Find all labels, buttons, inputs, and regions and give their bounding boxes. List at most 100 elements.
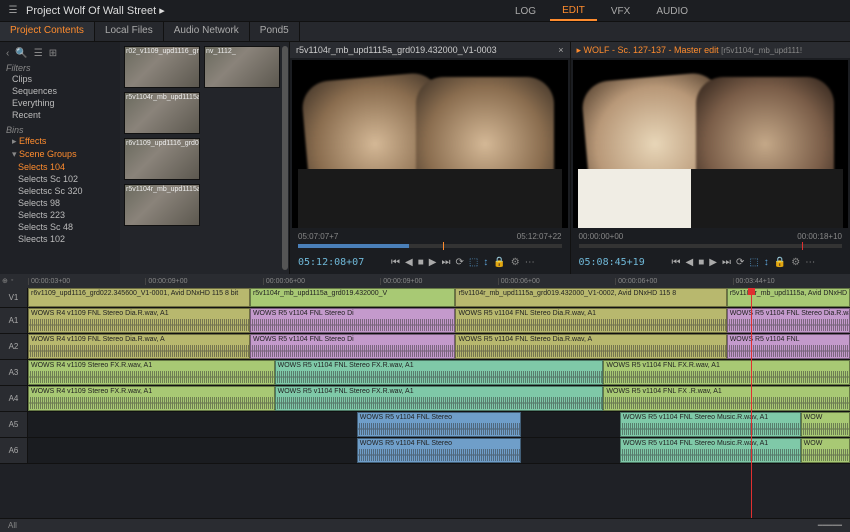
timeline-clip[interactable]: WOWS R5 v1104 FNL Stereo Dia.R.wav — [727, 308, 850, 333]
transport-btn-2[interactable]: ■ — [698, 257, 704, 268]
timeline-clip[interactable]: WOWS R5 v1104 FNL Stereo — [357, 412, 521, 437]
tab-audio-network[interactable]: Audio Network — [164, 22, 250, 41]
timeline-clip[interactable]: WOWS R4 v1109 Stereo FX.R.wav, A1 — [28, 386, 275, 411]
track-label-a4[interactable]: A4 — [0, 386, 28, 411]
ruler-tick: 00:03:44+10 — [733, 278, 850, 285]
track-label-a2[interactable]: A2 — [0, 334, 28, 359]
clip-thumbnail[interactable]: r6v1109_upd1116_grd022.34 — [124, 138, 200, 180]
tab-pond5[interactable]: Pond5 — [250, 22, 300, 41]
timeline-clip[interactable]: WOWS R5 v1104 FNL FX .R.wav, A1 — [603, 386, 850, 411]
timeline-zoom-icon[interactable]: ⊕ — [2, 277, 8, 285]
thumbs-scrollbar[interactable] — [282, 46, 288, 270]
timeline-clip[interactable]: WOWS R5 v1104 FNL Stereo FX.R.wav, A1 — [275, 386, 604, 411]
filter-everything[interactable]: Everything — [6, 97, 114, 109]
viewer-tool-1[interactable]: ↕ — [483, 257, 488, 268]
transport-btn-5[interactable]: ⟳ — [455, 257, 463, 268]
timeline-clip[interactable]: WOWS R4 v1109 FNL Stereo Dia.R.wav, A1 — [28, 308, 250, 333]
transport-btn-4[interactable]: ⏭ — [722, 257, 731, 268]
source-close-icon[interactable]: × — [558, 45, 563, 55]
track-label-a3[interactable]: A3 — [0, 360, 28, 385]
bin-item[interactable]: Selects Sc 102 — [6, 173, 114, 185]
timeline-clip[interactable]: r5v1104r_mb_upd1115a_grd019.432000_V — [250, 288, 456, 307]
bin-effects[interactable]: Effects — [6, 135, 114, 148]
timeline-clip[interactable]: WOWS R5 v1104 FNL Stereo Music.R.wav, A1 — [620, 412, 801, 437]
timeline-clip[interactable]: WOWS R5 v1104 FNL Stereo Di — [250, 308, 456, 333]
clip-thumbnail[interactable]: nv_1112_ — [204, 46, 280, 88]
timeline-clip[interactable]: WOWS R5 v1104 FNL — [727, 334, 850, 359]
viewer-tool-3[interactable]: ⚙ — [791, 257, 800, 268]
transport-btn-3[interactable]: ▶ — [429, 257, 437, 268]
timeline-scrollbar[interactable]: ━━━━━ — [818, 521, 842, 530]
bin-item[interactable]: Selects 223 — [6, 209, 114, 221]
timeline-clip[interactable]: WOW — [801, 412, 850, 437]
app-menu-icon[interactable]: ☰ — [6, 4, 20, 18]
filter-sequences[interactable]: Sequences — [6, 85, 114, 97]
viewer-tool-1[interactable]: ↕ — [764, 257, 769, 268]
workspace-modes: LOGEDITVFXAUDIO — [503, 0, 700, 22]
viewer-tool-2[interactable]: 🔒 — [774, 257, 786, 268]
tab-project-contents[interactable]: Project Contents — [0, 22, 95, 41]
timeline-clip[interactable]: WOWS R5 v1104 FNL Stereo Dia.R.wav, A — [455, 334, 726, 359]
track-label-a6[interactable]: A6 — [0, 438, 28, 463]
timeline-clip[interactable]: WOWS R5 v1104 FNL Stereo FX.R.wav, A1 — [275, 360, 604, 385]
timeline-clip[interactable]: WOWS R4 v1109 FNL Stereo Dia.R.wav, A — [28, 334, 250, 359]
timeline-clip[interactable]: WOWS R5 v1104 FNL Stereo Di — [250, 334, 456, 359]
timeline-snap-icon[interactable]: ◦ — [11, 277, 13, 285]
track-label-a1[interactable]: A1 — [0, 308, 28, 333]
timeline-clip[interactable]: r5v1104r_mb_upd1115a, Avid DNxHD 115 8 b… — [727, 288, 850, 307]
transport-btn-3[interactable]: ▶ — [709, 257, 717, 268]
list-view-icon[interactable]: ☰ — [34, 48, 43, 59]
mode-vfx[interactable]: VFX — [599, 3, 642, 20]
viewer-tool-4[interactable]: ⋯ — [805, 257, 815, 268]
timeline-clip[interactable]: WOWS R5 v1104 FNL Stereo Dia.R.wav, A1 — [455, 308, 726, 333]
timeline-clip[interactable]: r6v1109_upd1116_grd022.345600_V1-0001, A… — [28, 288, 250, 307]
clip-thumbnail[interactable]: r5v1104r_mb_upd1115a_grd — [124, 184, 200, 226]
viewer-tool-4[interactable]: ⋯ — [525, 257, 535, 268]
record-scrub[interactable] — [579, 244, 843, 248]
clip-thumbnail[interactable]: r02_v1109_upd1116_grd024 — [124, 46, 200, 88]
timeline-clip[interactable]: WOWS R5 v1104 FNL Stereo Music.R.wav, A1 — [620, 438, 801, 463]
transport-btn-1[interactable]: ◀ — [405, 257, 413, 268]
timeline-clip[interactable]: WOWS R4 v1109 Stereo FX.R.wav, A1 — [28, 360, 275, 385]
tab-local-files[interactable]: Local Files — [95, 22, 164, 41]
ruler-tick: 00:00:09+00 — [145, 278, 262, 285]
track-label-v1[interactable]: V1 — [0, 288, 28, 307]
bin-item[interactable]: Sleects 102 — [6, 233, 114, 245]
viewer-tool-3[interactable]: ⚙ — [511, 257, 520, 268]
viewer-tool-0[interactable]: ⬚ — [749, 257, 758, 268]
transport-btn-2[interactable]: ■ — [418, 257, 424, 268]
timeline-clip[interactable]: WOW — [801, 438, 850, 463]
track-label-a5[interactable]: A5 — [0, 412, 28, 437]
search-icon[interactable]: 🔍 — [15, 48, 27, 59]
transport-btn-5[interactable]: ⟳ — [736, 257, 744, 268]
bin-scene-groups[interactable]: Scene Groups — [6, 148, 114, 161]
source-monitor[interactable] — [292, 60, 568, 228]
bin-item[interactable]: Selects Sc 48 — [6, 221, 114, 233]
source-scrub[interactable] — [298, 244, 562, 248]
filter-clips[interactable]: Clips — [6, 73, 114, 85]
thumb-view-icon[interactable]: ⊞ — [49, 48, 57, 59]
viewer-tool-0[interactable]: ⬚ — [469, 257, 478, 268]
filter-recent[interactable]: Recent — [6, 109, 114, 121]
record-monitor[interactable] — [573, 60, 849, 228]
viewer-tool-2[interactable]: 🔒 — [493, 257, 505, 268]
timeline-clip[interactable]: WOWS R5 v1104 FNL FX.R.wav, A1 — [603, 360, 850, 385]
transport-btn-1[interactable]: ◀ — [686, 257, 694, 268]
timeline-ruler[interactable]: ⊕ ◦ 00:00:03+0000:00:09+0000:00:06+0000:… — [0, 274, 850, 288]
timeline-clip[interactable]: r5v1104r_mb_upd1115a_grd019.432000_V1-00… — [455, 288, 726, 307]
bin-item[interactable]: Selects 104 — [6, 161, 114, 173]
timeline-clip[interactable]: WOWS R5 v1104 FNL Stereo — [357, 438, 521, 463]
track-filter-all[interactable]: All — [8, 521, 17, 530]
mode-log[interactable]: LOG — [503, 3, 548, 20]
mode-audio[interactable]: AUDIO — [644, 3, 700, 20]
transport-btn-4[interactable]: ⏭ — [441, 257, 450, 268]
clip-thumbnail[interactable]: r5v1104r_mb_upd1115a_grd — [124, 92, 200, 134]
transport-btn-0[interactable]: ⏮ — [391, 257, 400, 268]
back-icon[interactable]: ‹ — [6, 48, 9, 59]
mode-edit[interactable]: EDIT — [550, 2, 597, 21]
bin-item[interactable]: Selectsc Sc 320 — [6, 185, 114, 197]
transport-btn-0[interactable]: ⏮ — [672, 257, 681, 268]
bin-item[interactable]: Selects 98 — [6, 197, 114, 209]
playhead[interactable] — [751, 288, 752, 518]
record-seq-title: WOLF - Sc. 127-137 - Master edit — [584, 45, 719, 55]
